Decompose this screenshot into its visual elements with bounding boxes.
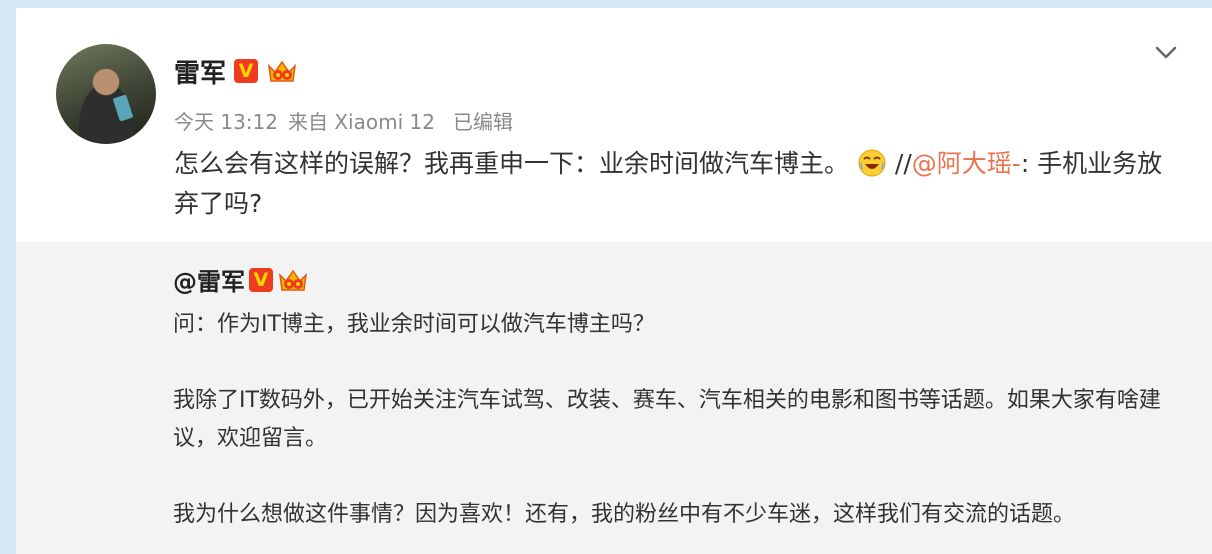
post-main-text: 怎么会有这样的误解？我再重申一下：业余时间做汽车博主。 (174, 149, 850, 178)
crown-member-icon (266, 57, 298, 85)
reposted-content[interactable]: @雷军 V 问：作为IT博主，我业余时间可以做汽车博主吗？ 我除了IT数码外，已… (16, 242, 1212, 554)
verified-v-badge-icon: V (234, 59, 259, 83)
laughing-crying-emoji-icon (857, 148, 887, 178)
edited-label[interactable]: 已编辑 (453, 106, 513, 135)
repost-paragraph: 我除了IT数码外，已开始关注汽车试驾、改装、赛车、汽车相关的电影和图书等话题。如… (173, 388, 1161, 451)
mention-link[interactable]: @阿大瑶- (912, 149, 1021, 178)
repost-separator: // (894, 149, 912, 178)
author-name[interactable]: 雷军 (174, 53, 226, 90)
repost-paragraph: 我为什么想做这件事情？因为喜欢！还有，我的粉丝中有不少车迷，这样我们有交流的话题… (173, 502, 1076, 527)
verified-v-badge-icon: V (249, 267, 273, 292)
repost-author-row: @雷军 V (173, 262, 309, 297)
post-meta: 今天 13:12 来自 Xiaomi 12 已编辑 (174, 106, 513, 135)
avatar[interactable] (56, 44, 156, 144)
post-time[interactable]: 今天 13:12 (174, 106, 278, 135)
weibo-post-card: 雷军 V 今天 13:12 来自 Xiaomi 12 已编辑 怎么会有这样的误解… (16, 8, 1212, 554)
author-row: 雷军 V (174, 53, 298, 90)
crown-member-icon (277, 266, 309, 294)
repost-author-link[interactable]: @雷军 (173, 262, 245, 297)
repost-body: 问：作为IT博主，我业余时间可以做汽车博主吗？ 我除了IT数码外，已开始关注汽车… (173, 306, 1183, 534)
chevron-down-icon[interactable] (1154, 44, 1178, 62)
post-content: 怎么会有这样的误解？我再重申一下：业余时间做汽车博主。 //@阿大瑶-: 手机业… (174, 144, 1174, 224)
avatar-phone-detail (112, 94, 134, 122)
post-source: 来自 Xiaomi 12 (288, 110, 435, 134)
repost-paragraph: 问：作为IT博主，我业余时间可以做汽车博主吗？ (173, 312, 655, 337)
